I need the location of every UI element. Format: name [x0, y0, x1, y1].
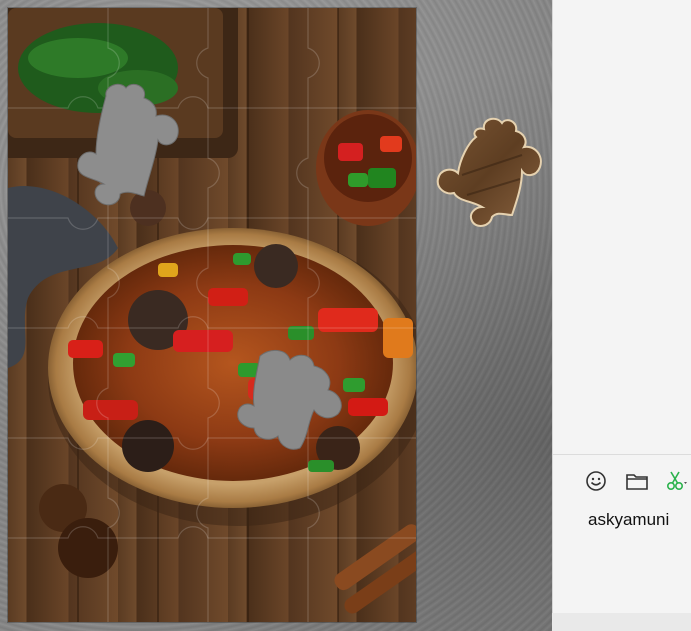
puzzle-board[interactable] — [8, 8, 416, 622]
game-window: askyamuni — [0, 0, 691, 631]
loose-puzzle-piece[interactable] — [432, 115, 544, 231]
pepper-bowl — [316, 110, 416, 226]
loose-piece-shape — [436, 117, 542, 227]
chat-panel: askyamuni — [552, 0, 691, 613]
chat-toolbar — [553, 464, 691, 496]
chat-panel-bottom — [552, 613, 691, 631]
folder-icon[interactable] — [624, 468, 650, 494]
smiley-icon[interactable] — [583, 468, 609, 494]
stew-bowl — [48, 228, 416, 526]
scissors-icon[interactable] — [664, 468, 690, 494]
chat-divider — [553, 454, 691, 455]
puzzle-photo — [8, 8, 416, 622]
cinnamon-sticks — [334, 524, 416, 614]
chat-input-text[interactable]: askyamuni — [588, 510, 669, 530]
